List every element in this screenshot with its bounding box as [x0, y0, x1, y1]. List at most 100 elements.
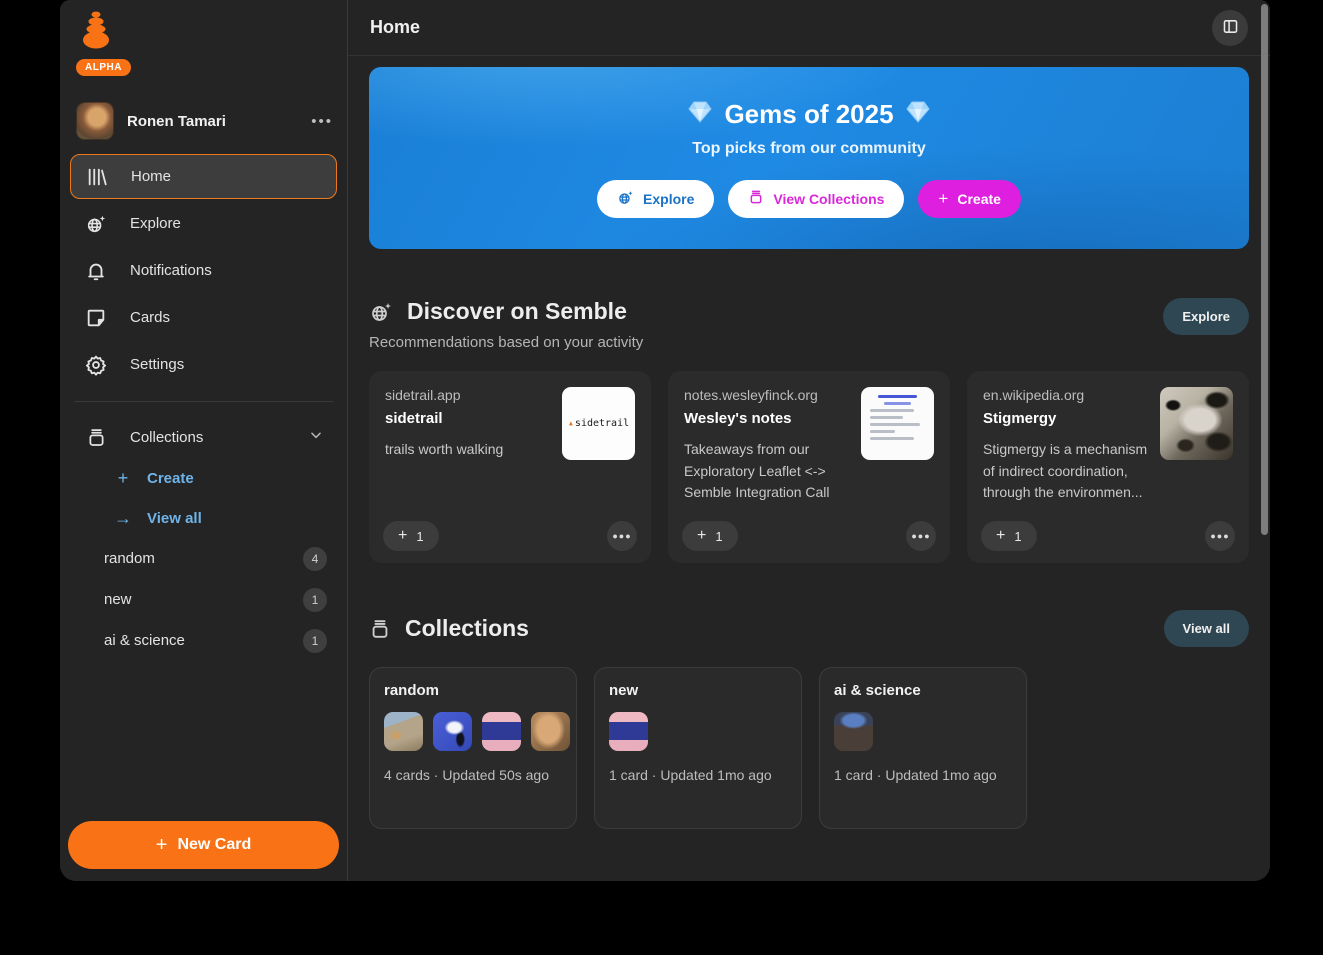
sidebar: ALPHA Ronen Tamari ••• Home Explore Noti…	[60, 0, 348, 881]
sidebar-collections-label: Collections	[130, 428, 204, 446]
card-menu-icon[interactable]: ●●●	[1205, 521, 1235, 551]
discover-title: Discover on Semble	[407, 298, 627, 324]
sidebar-item-home[interactable]: Home	[70, 154, 337, 199]
collection-card-title: random	[384, 682, 440, 699]
collections-icon	[369, 618, 391, 640]
add-count: 1	[1014, 528, 1022, 544]
page-title: Home	[370, 17, 421, 37]
collections-create-label: Create	[147, 469, 194, 487]
hero-explore-label: Explore	[643, 190, 695, 207]
plus-icon: +	[398, 527, 408, 544]
sidebar-collection-ai-science[interactable]: ai & science 1	[70, 620, 337, 661]
collections-icon	[84, 425, 108, 449]
profile-name: Ronen Tamari	[127, 112, 226, 130]
library-icon	[85, 165, 109, 189]
discover-card-sidetrail[interactable]: sidetrail.app sidetrail trails worth wal…	[369, 371, 651, 563]
arrow-right-icon: →	[114, 507, 132, 528]
gear-icon	[84, 353, 108, 377]
card-description: Takeaways from our Exploratory Leaflet <…	[684, 441, 830, 501]
new-card-button[interactable]: + New Card	[68, 821, 339, 869]
discover-subtitle: Recommendations based on your activity	[369, 334, 644, 351]
collection-count-badge: 1	[303, 628, 327, 653]
explore-icon	[617, 189, 634, 209]
discover-card-stigmergy[interactable]: en.wikipedia.org Stigmergy Stigmergy is …	[967, 371, 1249, 563]
main-area: Home Gems of 2025 Top picks from our com…	[348, 0, 1270, 881]
card-description: trails worth walking	[385, 441, 504, 457]
sidebar-item-label: Settings	[130, 356, 185, 373]
gem-icon	[688, 101, 713, 128]
toggle-sidebar-button[interactable]	[1212, 9, 1248, 46]
gem-icon	[905, 101, 930, 128]
card-menu-icon[interactable]: ●●●	[906, 521, 936, 551]
collections-icon	[748, 189, 764, 208]
collection-name: new	[104, 591, 132, 608]
explore-icon	[84, 212, 108, 236]
sidebar-collection-random[interactable]: random 4	[70, 538, 337, 579]
new-card-label: New Card	[177, 836, 252, 853]
add-count: 1	[715, 528, 723, 544]
sidebar-item-label: Notifications	[130, 262, 212, 279]
main-content: Gems of 2025 Top picks from our communit…	[348, 56, 1270, 881]
discover-explore-button[interactable]: Explore	[1163, 298, 1249, 335]
collections-create-button[interactable]: + Create	[70, 458, 337, 498]
plus-icon: +	[697, 527, 707, 544]
collection-thumb	[609, 712, 648, 751]
card-title: Stigmergy	[983, 410, 1057, 427]
collection-count-badge: 1	[303, 587, 327, 612]
discover-card-wesleys-notes[interactable]: notes.wesleyfinck.org Wesley's notes Tak…	[668, 371, 950, 563]
collections-section-header: Collections View all	[369, 610, 1249, 647]
sidebar-collection-new[interactable]: new 1	[70, 579, 337, 620]
card-title: Wesley's notes	[684, 410, 792, 427]
profile-row[interactable]: Ronen Tamari •••	[76, 102, 333, 140]
hero-view-collections-button[interactable]: View Collections	[728, 179, 905, 218]
add-to-collection-button[interactable]: + 1	[383, 521, 439, 551]
collection-card-meta: 1 card · Updated 1mo ago	[609, 767, 772, 783]
hero-title: Gems of 2025	[724, 98, 894, 129]
collections-view-all-button[interactable]: View all	[1163, 610, 1249, 647]
collection-name: random	[104, 550, 155, 567]
card-domain: notes.wesleyfinck.org	[684, 387, 818, 403]
panel-layout-icon	[1222, 18, 1239, 38]
collections-title: Collections	[405, 615, 529, 641]
collection-card-title: ai & science	[834, 682, 921, 699]
plus-icon: +	[996, 527, 1006, 544]
hero-view-collections-label: View Collections	[773, 190, 885, 207]
sidebar-item-label: Explore	[130, 215, 181, 232]
collections-view-all-button[interactable]: → View all	[70, 498, 337, 538]
add-to-collection-button[interactable]: + 1	[682, 521, 738, 551]
explore-icon	[369, 300, 393, 324]
card-thumbnail: ▴sidetrail	[562, 387, 635, 460]
sidebar-item-cards[interactable]: Cards	[70, 295, 337, 340]
card-menu-icon[interactable]: ●●●	[607, 521, 637, 551]
hero-banner: Gems of 2025 Top picks from our communit…	[369, 67, 1249, 249]
sidebar-item-notifications[interactable]: Notifications	[70, 248, 337, 293]
collection-card-random[interactable]: random 4 cards · Updated 50s ago	[369, 667, 577, 829]
card-icon	[84, 306, 108, 330]
add-count: 1	[416, 528, 424, 544]
sidebar-item-label: Cards	[130, 309, 171, 326]
hero-create-button[interactable]: + Create	[918, 179, 1021, 218]
sidebar-collections-header[interactable]: Collections	[70, 416, 337, 458]
sidebar-item-label: Home	[131, 168, 172, 185]
collection-thumb	[834, 712, 873, 751]
sidebar-item-settings[interactable]: Settings	[70, 342, 337, 387]
plus-icon: +	[155, 833, 168, 856]
plus-icon: +	[938, 188, 949, 208]
scrollbar[interactable]	[1261, 4, 1268, 535]
collection-count-badge: 4	[303, 546, 327, 571]
collection-card-new[interactable]: new 1 card · Updated 1mo ago	[594, 667, 802, 829]
bell-icon	[84, 259, 108, 283]
avatar[interactable]	[76, 102, 114, 140]
collection-card-ai-science[interactable]: ai & science 1 card · Updated 1mo ago	[819, 667, 1027, 829]
card-description: Stigmergy is a mechanism of indirect coo…	[983, 441, 1148, 501]
add-to-collection-button[interactable]: + 1	[981, 521, 1037, 551]
profile-menu-icon[interactable]: •••	[311, 113, 333, 130]
collection-name: ai & science	[104, 632, 185, 649]
sidebar-nav: Home Explore Notifications Cards Setting…	[70, 154, 337, 387]
sidebar-item-explore[interactable]: Explore	[70, 201, 337, 246]
collection-thumb	[433, 712, 472, 751]
chevron-down-icon	[309, 428, 323, 446]
collection-thumb	[482, 712, 521, 751]
collection-card-meta: 4 cards · Updated 50s ago	[384, 767, 549, 783]
hero-explore-button[interactable]: Explore	[597, 179, 715, 218]
